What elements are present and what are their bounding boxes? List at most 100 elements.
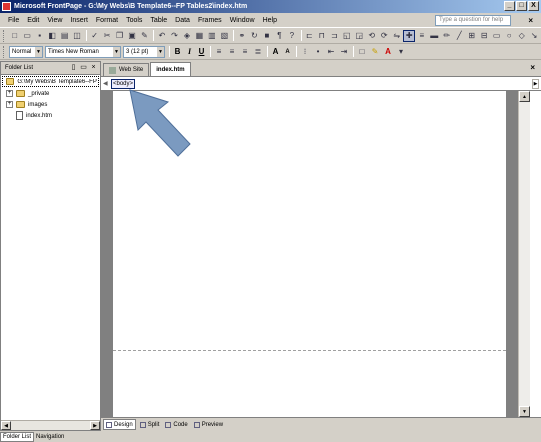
publish-icon[interactable]: ◧ [46, 30, 57, 42]
align-right-icon[interactable]: ≡ [239, 46, 251, 58]
menu-file[interactable]: File [4, 17, 23, 24]
increase-font-button[interactable]: A [270, 47, 281, 56]
tree-item-index[interactable]: index.htm [1, 110, 100, 121]
tag-forward-icon[interactable]: ▶ [532, 78, 539, 89]
code-view-button[interactable]: Code [163, 419, 189, 430]
menu-window[interactable]: Window [226, 17, 259, 24]
stop-icon[interactable]: ■ [261, 30, 272, 42]
arrow-icon[interactable]: ↘ [528, 30, 539, 42]
spelling-icon[interactable]: ✓ [89, 30, 100, 42]
ask-question-input[interactable]: Type a question for help [435, 15, 511, 26]
send-backward-icon[interactable]: ◲ [354, 30, 365, 42]
chevron-down-icon[interactable]: ▼ [113, 46, 120, 57]
menu-table[interactable]: Table [146, 17, 171, 24]
align-center-icon[interactable]: ⊓ [316, 30, 327, 42]
line-icon[interactable]: ╱ [453, 30, 464, 42]
new-document-icon[interactable]: ▯ [69, 64, 78, 73]
vertical-scrollbar[interactable]: ▲ ▼ [518, 91, 530, 417]
insert-picture-icon[interactable]: ▧ [219, 30, 230, 42]
tab-web-site[interactable]: Web Site [103, 63, 150, 76]
frontpage-app-icon[interactable] [2, 2, 11, 11]
menu-tools[interactable]: Tools [122, 17, 146, 24]
split-view-button[interactable]: Split [138, 419, 162, 430]
tree-item-images[interactable]: + images [1, 99, 100, 110]
tab-navigation[interactable]: Navigation [34, 432, 66, 442]
rotate-right-icon[interactable]: ⟳ [378, 30, 389, 42]
folder-list-scrollbar[interactable]: ◀ ▶ [1, 420, 100, 430]
scroll-right-icon[interactable]: ▶ [90, 421, 100, 430]
refresh-icon[interactable]: ↻ [249, 30, 260, 42]
rotate-left-icon[interactable]: ⟲ [366, 30, 377, 42]
new-folder-icon[interactable]: ▭ [79, 64, 88, 73]
redo-icon[interactable]: ↷ [169, 30, 180, 42]
autoshapes-icon[interactable]: ◇ [516, 30, 527, 42]
tree-item-private[interactable]: + _private [1, 88, 100, 99]
font-size-dropdown[interactable]: 3 (12 pt) ▼ [123, 45, 165, 58]
draw-table-icon[interactable]: ≡ [416, 30, 427, 42]
restore-button[interactable]: □ [516, 1, 527, 11]
body-tag-button[interactable]: <body> [111, 78, 136, 89]
numbering-icon[interactable]: ⁝ [299, 46, 311, 58]
align-left-icon[interactable]: ⊏ [304, 30, 315, 42]
menu-frames[interactable]: Frames [194, 17, 226, 24]
menu-edit[interactable]: Edit [23, 17, 43, 24]
decrease-indent-icon[interactable]: ⇤ [325, 46, 337, 58]
hyperlink-icon[interactable]: ⚭ [236, 30, 247, 42]
undo-icon[interactable]: ↶ [156, 30, 167, 42]
expand-icon[interactable]: + [6, 101, 13, 108]
print-icon[interactable]: ▤ [59, 30, 70, 42]
align-right-icon[interactable]: ⊐ [329, 30, 340, 42]
toolbar-grip[interactable] [3, 29, 6, 42]
preview-icon[interactable]: ◫ [71, 30, 82, 42]
italic-button[interactable]: I [184, 47, 195, 56]
highlight-icon[interactable]: ✎ [369, 46, 381, 58]
chevron-down-icon[interactable]: ▼ [35, 46, 42, 57]
open-icon[interactable]: ▭ [21, 30, 32, 42]
web-component-icon[interactable]: ◈ [181, 30, 192, 42]
toolbar-options-icon[interactable]: ▾ [395, 46, 407, 58]
paste-icon[interactable]: ▣ [126, 30, 137, 42]
increase-indent-icon[interactable]: ⇥ [338, 46, 350, 58]
document-close-icon[interactable]: × [528, 16, 533, 25]
close-document-icon[interactable]: × [530, 63, 535, 72]
show-all-icon[interactable]: ¶ [274, 30, 285, 42]
decrease-font-button[interactable]: A [282, 49, 293, 55]
design-view-button[interactable]: Design [103, 419, 136, 430]
cut-icon[interactable]: ✂ [101, 30, 112, 42]
menu-help[interactable]: Help [259, 17, 281, 24]
eraser-icon[interactable]: ▬ [429, 30, 440, 42]
toolbar-grip[interactable] [3, 45, 6, 58]
new-page-icon[interactable]: □ [9, 30, 20, 42]
menu-data[interactable]: Data [171, 17, 194, 24]
scroll-down-icon[interactable]: ▼ [519, 406, 530, 417]
center-icon[interactable]: ≡ [226, 46, 238, 58]
chevron-down-icon[interactable]: ▼ [157, 46, 164, 57]
format-painter-icon[interactable]: ✎ [139, 30, 150, 42]
menu-insert[interactable]: Insert [66, 17, 92, 24]
tree-root[interactable]: G:\My Webs\B Template6--FP Tal [2, 76, 99, 87]
insert-layer-icon[interactable]: ▥ [206, 30, 217, 42]
style-dropdown[interactable]: Normal ▼ [9, 45, 43, 58]
merge-cell-icon[interactable]: ⊟ [478, 30, 489, 42]
borders-icon[interactable]: □ [356, 46, 368, 58]
positioning-icon[interactable]: ✚ [403, 29, 416, 42]
tab-folder-list[interactable]: Folder List [0, 431, 35, 442]
expand-icon[interactable]: + [6, 90, 13, 97]
tab-index-htm[interactable]: index.htm [150, 62, 191, 76]
menu-format[interactable]: Format [92, 17, 122, 24]
bullets-icon[interactable]: • [312, 46, 324, 58]
copy-icon[interactable]: ❐ [114, 30, 125, 42]
pencil-icon[interactable]: ✏ [441, 30, 452, 42]
rectangle-icon[interactable]: ▭ [491, 30, 502, 42]
underline-button[interactable]: U [196, 47, 207, 56]
preview-view-button[interactable]: Preview [192, 419, 225, 430]
scroll-left-icon[interactable]: ◀ [1, 421, 11, 430]
menu-view[interactable]: View [43, 17, 66, 24]
align-left-icon[interactable]: ≡ [213, 46, 225, 58]
insert-table-icon[interactable]: ▦ [194, 30, 205, 42]
help-icon[interactable]: ? [286, 30, 297, 42]
font-dropdown[interactable]: Times New Roman ▼ [45, 45, 121, 58]
close-button[interactable]: X [528, 1, 539, 11]
close-icon[interactable]: × [89, 64, 98, 73]
minimize-button[interactable]: _ [504, 1, 515, 11]
